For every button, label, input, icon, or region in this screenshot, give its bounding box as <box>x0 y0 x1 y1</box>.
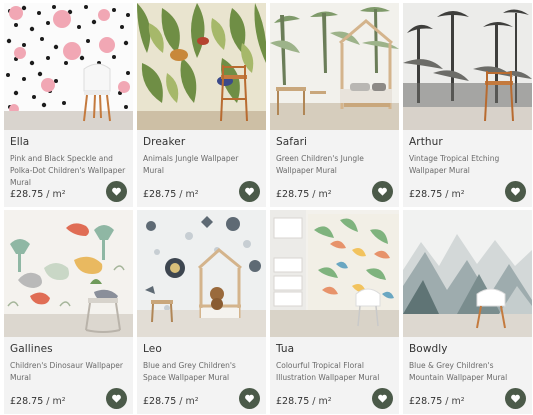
product-description: Colourful Tropical Floral Illustration W… <box>276 361 380 382</box>
price-unit: / m² <box>46 396 66 407</box>
favorite-button[interactable] <box>106 181 127 202</box>
product-image[interactable] <box>137 3 266 130</box>
product-price: £28.75 / m² <box>143 189 199 200</box>
product-card[interactable]: Bowdly Blue & Grey Children's Mountain W… <box>403 210 532 414</box>
price-value: £28.75 <box>10 189 44 200</box>
safari-wallpaper-image <box>270 3 399 130</box>
product-name[interactable]: Tua <box>276 343 393 356</box>
price-value: £28.75 <box>276 396 310 407</box>
product-description: Green Children's Jungle Wallpaper Mural <box>276 154 364 175</box>
price-value: £28.75 <box>10 396 44 407</box>
product-description: Pink and Black Speckle and Polka-Dot Chi… <box>10 154 126 187</box>
arthur-wallpaper-image <box>403 3 532 130</box>
heart-icon <box>378 187 387 196</box>
product-description: Vintage Tropical Etching Wallpaper Mural <box>409 154 500 175</box>
product-image[interactable] <box>403 3 532 130</box>
product-name[interactable]: Leo <box>143 343 260 356</box>
product-name[interactable]: Dreaker <box>143 136 260 149</box>
tua-wallpaper-image <box>270 210 399 337</box>
product-price: £28.75 / m² <box>143 396 199 407</box>
favorite-button[interactable] <box>106 388 127 409</box>
product-price: £28.75 / m² <box>409 396 465 407</box>
leo-wallpaper-image <box>137 210 266 337</box>
heart-icon <box>245 187 254 196</box>
product-price: £28.75 / m² <box>10 189 66 200</box>
price-unit: / m² <box>312 396 332 407</box>
product-image[interactable] <box>4 210 133 337</box>
product-image[interactable] <box>270 3 399 130</box>
heart-icon <box>511 394 520 403</box>
ella-wallpaper-image <box>4 3 133 130</box>
price-value: £28.75 <box>276 189 310 200</box>
price-unit: / m² <box>46 189 66 200</box>
favorite-button[interactable] <box>505 181 526 202</box>
price-unit: / m² <box>445 396 465 407</box>
heart-icon <box>112 187 121 196</box>
product-name[interactable]: Arthur <box>409 136 526 149</box>
product-card[interactable]: Ella Pink and Black Speckle and Polka-Do… <box>4 3 133 207</box>
dreaker-wallpaper-image <box>137 3 266 130</box>
product-price: £28.75 / m² <box>276 396 332 407</box>
product-card[interactable]: Leo Blue and Grey Children's Space Wallp… <box>137 210 266 414</box>
product-description: Animals Jungle Wallpaper Mural <box>143 154 239 175</box>
favorite-button[interactable] <box>505 388 526 409</box>
price-value: £28.75 <box>143 396 177 407</box>
price-value: £28.75 <box>143 189 177 200</box>
product-name[interactable]: Bowdly <box>409 343 526 356</box>
price-value: £28.75 <box>409 396 443 407</box>
heart-icon <box>245 394 254 403</box>
product-image[interactable] <box>403 210 532 337</box>
product-name[interactable]: Safari <box>276 136 393 149</box>
product-grid: Ella Pink and Black Speckle and Polka-Do… <box>0 0 533 415</box>
price-unit: / m² <box>445 189 465 200</box>
favorite-button[interactable] <box>239 181 260 202</box>
product-price: £28.75 / m² <box>276 189 332 200</box>
product-image[interactable] <box>270 210 399 337</box>
heart-icon <box>378 394 387 403</box>
favorite-button[interactable] <box>239 388 260 409</box>
product-description: Blue and Grey Children's Space Wallpaper… <box>143 361 236 382</box>
product-image[interactable] <box>4 3 133 130</box>
product-card[interactable]: Arthur Vintage Tropical Etching Wallpape… <box>403 3 532 207</box>
product-name[interactable]: Gallines <box>10 343 127 356</box>
favorite-button[interactable] <box>372 181 393 202</box>
price-unit: / m² <box>179 396 199 407</box>
price-value: £28.75 <box>409 189 443 200</box>
product-card[interactable]: Gallines Children's Dinosaur Wallpaper M… <box>4 210 133 414</box>
product-price: £28.75 / m² <box>409 189 465 200</box>
product-card[interactable]: Dreaker Animals Jungle Wallpaper Mural £… <box>137 3 266 207</box>
gallines-wallpaper-image <box>4 210 133 337</box>
bowdly-wallpaper-image <box>403 210 532 337</box>
heart-icon <box>511 187 520 196</box>
product-card[interactable]: Tua Colourful Tropical Floral Illustrati… <box>270 210 399 414</box>
product-card[interactable]: Safari Green Children's Jungle Wallpaper… <box>270 3 399 207</box>
heart-icon <box>112 394 121 403</box>
product-image[interactable] <box>137 210 266 337</box>
product-name[interactable]: Ella <box>10 136 127 149</box>
product-description: Blue & Grey Children's Mountain Wallpape… <box>409 361 508 382</box>
product-description: Children's Dinosaur Wallpaper Mural <box>10 361 123 382</box>
price-unit: / m² <box>179 189 199 200</box>
favorite-button[interactable] <box>372 388 393 409</box>
product-price: £28.75 / m² <box>10 396 66 407</box>
price-unit: / m² <box>312 189 332 200</box>
